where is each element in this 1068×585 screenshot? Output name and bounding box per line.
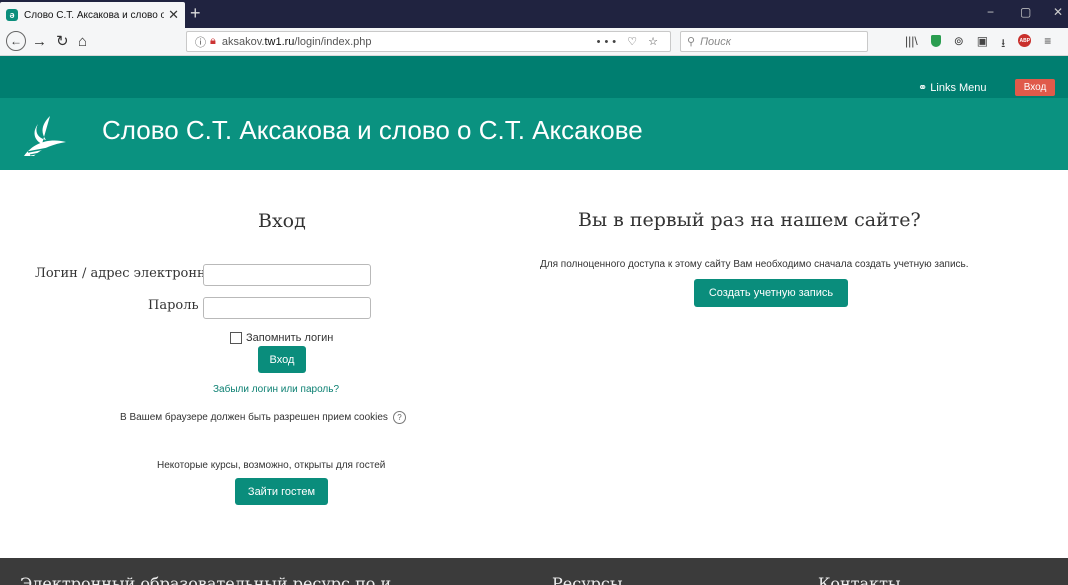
password-input[interactable] bbox=[203, 297, 371, 319]
minimize-icon[interactable]: − bbox=[987, 5, 994, 19]
search-icon: ⚲ bbox=[687, 36, 696, 48]
reload-icon[interactable]: ↻ bbox=[56, 32, 69, 52]
site-footer: Электронный образовательный ресурс по и … bbox=[0, 558, 1068, 585]
login-submit-button[interactable]: Вход bbox=[258, 346, 306, 373]
insecure-lock-icon: 🔒︎ bbox=[210, 35, 216, 47]
back-arrow-icon[interactable]: ← bbox=[6, 31, 26, 51]
password-label: Пароль bbox=[148, 298, 199, 313]
site-logo-icon[interactable] bbox=[20, 112, 68, 160]
help-icon[interactable]: ? bbox=[392, 411, 406, 424]
forgot-password-link[interactable]: Забыли логин или пароль? bbox=[213, 384, 339, 395]
site-favicon-icon: ə bbox=[6, 9, 18, 21]
browser-tab[interactable]: ə Слово С.Т. Аксакова и слово о ✕ bbox=[0, 2, 185, 28]
new-tab-button[interactable]: + bbox=[190, 3, 201, 24]
home-icon[interactable]: ⌂ bbox=[78, 32, 87, 52]
browser-nav-bar: ← → ↻ ⌂ ⓘ 🔒︎ aksakov. tw1.ru/login/index.… bbox=[0, 28, 1068, 56]
search-placeholder: Поиск bbox=[700, 35, 731, 48]
link-icon: ⚭ bbox=[918, 82, 928, 94]
url-prefix: aksakov. bbox=[221, 35, 265, 48]
username-label: Логин / адрес электронной почты bbox=[35, 266, 204, 281]
signup-heading: Вы в первый раз на нашем сайте? bbox=[578, 209, 921, 231]
remember-username[interactable]: Запомнить логин bbox=[230, 332, 333, 344]
url-path: /login/index.php bbox=[294, 35, 372, 48]
page-actions-icon[interactable]: ••• ♡ ☆ bbox=[597, 35, 662, 48]
remember-checkbox[interactable] bbox=[230, 332, 242, 344]
menu-icon[interactable]: ≡ bbox=[1044, 34, 1051, 55]
shield-icon[interactable] bbox=[930, 35, 941, 47]
footer-about-heading: Электронный образовательный ресурс по и bbox=[20, 574, 392, 585]
footer-contacts-heading: Контакты bbox=[818, 574, 901, 585]
reader-icon[interactable]: ▣ bbox=[977, 34, 988, 55]
create-account-button[interactable]: Создать учетную запись bbox=[694, 279, 848, 307]
sync-icon[interactable]: ⊚ bbox=[954, 34, 964, 55]
footer-resources-heading: Ресурсы bbox=[552, 574, 623, 585]
links-menu[interactable]: ⚭ Links Menu bbox=[918, 81, 987, 94]
adblock-icon[interactable]: ABP bbox=[1018, 34, 1032, 47]
links-menu-label: Links Menu bbox=[930, 82, 987, 94]
tab-title: Слово С.Т. Аксакова и слово о bbox=[24, 9, 164, 21]
library-icon[interactable]: |||\ bbox=[905, 34, 918, 55]
cookies-note: В Вашем браузере должен быть разрешен пр… bbox=[120, 411, 406, 424]
url-bar[interactable]: ⓘ 🔒︎ aksakov. tw1.ru/login/index.php ••• … bbox=[186, 31, 671, 52]
username-input[interactable] bbox=[203, 264, 371, 286]
search-input[interactable]: ⚲ Поиск bbox=[680, 31, 868, 52]
site-topbar bbox=[0, 56, 1068, 98]
forward-arrow-icon[interactable]: → bbox=[32, 32, 47, 52]
window-close-icon[interactable]: ✕ bbox=[1053, 5, 1063, 19]
guest-note: Некоторые курсы, возможно, открыты для г… bbox=[157, 460, 386, 471]
header-login-button[interactable]: Вход bbox=[1015, 79, 1055, 96]
signup-info: Для полноценного доступа к этому сайту В… bbox=[540, 259, 969, 270]
browser-tab-bar: ə Слово С.Т. Аксакова и слово о ✕ + − ▢ … bbox=[0, 0, 1068, 28]
maximize-icon[interactable]: ▢ bbox=[1020, 5, 1031, 19]
login-heading: Вход bbox=[258, 210, 306, 232]
info-icon[interactable]: ⓘ bbox=[195, 34, 206, 50]
cookies-note-text: В Вашем браузере должен быть разрешен пр… bbox=[120, 412, 388, 424]
download-icon[interactable]: ⭳ bbox=[1001, 34, 1005, 55]
guest-login-button[interactable]: Зайти гостем bbox=[235, 478, 328, 505]
site-title[interactable]: Слово С.Т. Аксакова и слово о С.Т. Аксак… bbox=[102, 115, 643, 146]
url-host: tw1.ru bbox=[264, 35, 295, 48]
remember-label: Запомнить логин bbox=[246, 332, 334, 344]
toolbar-icons: |||\ ⊚ ▣ ⭳ ABP ≡ bbox=[905, 34, 1051, 55]
tab-close-icon[interactable]: ✕ bbox=[168, 7, 179, 23]
